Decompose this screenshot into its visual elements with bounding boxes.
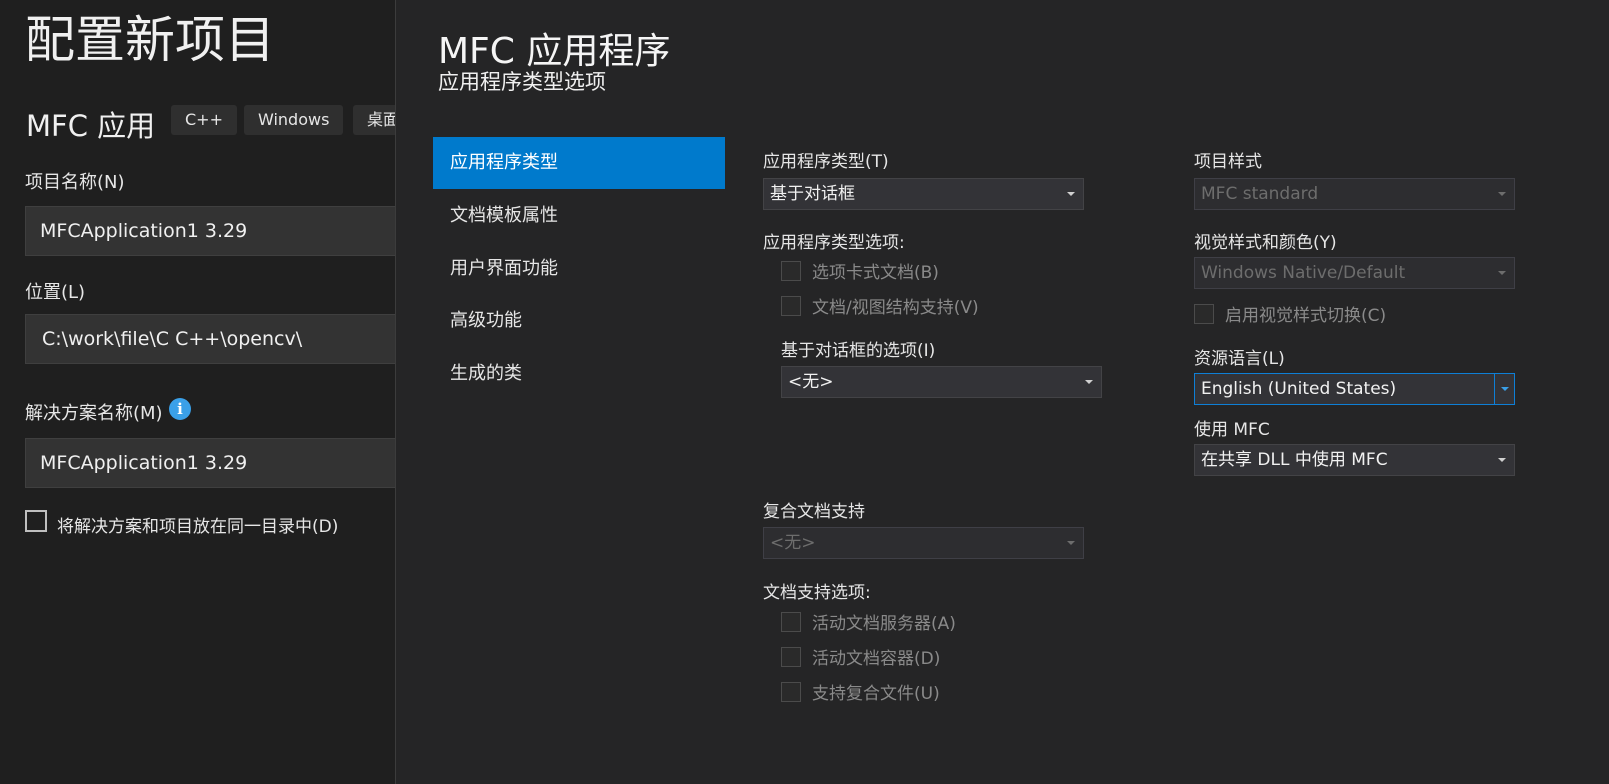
location-input[interactable]: C:\work\file\C C++\opencv\ xyxy=(25,314,395,364)
use-mfc-label: 使用 MFC xyxy=(1194,420,1270,440)
nav-doc-template-props[interactable]: 文档模板属性 xyxy=(433,190,725,242)
resource-language-value: English (United States) xyxy=(1201,379,1397,399)
nav-ui-features[interactable]: 用户界面功能 xyxy=(433,243,725,295)
checkbox-box xyxy=(1194,303,1214,324)
tag-windows: Windows xyxy=(244,105,344,135)
app-type-value: 基于对话框 xyxy=(770,184,855,204)
checkbox-box xyxy=(781,295,801,316)
chevron-down-icon xyxy=(1498,192,1506,196)
checkbox-label: 支持复合文件(U) xyxy=(812,684,940,704)
compound-doc-label: 复合文档支持 xyxy=(763,502,865,522)
chevron-down-icon xyxy=(1498,458,1506,462)
info-icon[interactable]: i xyxy=(169,398,191,420)
doc-support-label: 文档支持选项: xyxy=(763,583,871,603)
dialog-options-value: <无> xyxy=(788,372,834,392)
checkbox-label: 活动文档服务器(A) xyxy=(812,614,956,634)
use-mfc-value: 在共享 DLL 中使用 MFC xyxy=(1201,450,1388,470)
chevron-down-icon xyxy=(1085,380,1093,384)
checkbox-box xyxy=(781,611,801,632)
project-style-select[interactable]: MFC standard xyxy=(1194,178,1515,210)
chevron-down-icon xyxy=(1498,271,1506,275)
tabbed-documents-checkbox[interactable]: 选项卡式文档(B) xyxy=(781,258,939,283)
project-style-value: MFC standard xyxy=(1201,184,1319,204)
compound-files-checkbox[interactable]: 支持复合文件(U) xyxy=(781,679,940,704)
app-type-options-label: 应用程序类型选项: xyxy=(763,233,905,253)
visual-style-select[interactable]: Windows Native/Default xyxy=(1194,257,1515,289)
doc-view-support-checkbox[interactable]: 文档/视图结构支持(V) xyxy=(781,293,979,318)
dialog-options-label: 基于对话框的选项(I) xyxy=(781,341,936,361)
chevron-down-icon xyxy=(1067,192,1075,196)
resource-language-label: 资源语言(L) xyxy=(1194,349,1285,369)
checkbox-label: 启用视觉样式切换(C) xyxy=(1225,306,1387,326)
chevron-down-icon xyxy=(1067,541,1075,545)
checkbox-label: 选项卡式文档(B) xyxy=(812,263,939,283)
checkbox-label: 活动文档容器(D) xyxy=(812,649,941,669)
active-doc-server-checkbox[interactable]: 活动文档服务器(A) xyxy=(781,609,956,634)
page-title: 配置新项目 xyxy=(25,11,275,69)
dialog-subtitle: 应用程序类型选项 xyxy=(438,70,606,94)
app-type-label: 应用程序类型(T) xyxy=(763,152,889,172)
template-name: MFC 应用 xyxy=(26,109,156,143)
compound-doc-select[interactable]: <无> xyxy=(763,527,1084,559)
tag-cpp: C++ xyxy=(171,105,237,135)
same-directory-checkbox-label[interactable]: 将解决方案和项目放在同一目录中(D) xyxy=(57,512,338,537)
project-config-panel: 配置新项目 MFC 应用 C++ Windows 桌面 项目名称(N) MFCA… xyxy=(0,0,395,784)
checkbox-label: 文档/视图结构支持(V) xyxy=(812,298,979,318)
visual-style-value: Windows Native/Default xyxy=(1201,263,1406,283)
project-style-label: 项目样式 xyxy=(1194,152,1262,172)
project-name-input[interactable]: MFCApplication1 3.29 xyxy=(25,206,395,256)
checkbox-box xyxy=(781,646,801,667)
checkbox-box xyxy=(781,681,801,702)
nav-generated-classes[interactable]: 生成的类 xyxy=(433,348,725,400)
tag-desktop: 桌面 xyxy=(353,105,395,135)
visual-style-switch-checkbox[interactable]: 启用视觉样式切换(C) xyxy=(1194,301,1386,326)
nav-advanced-features[interactable]: 高级功能 xyxy=(433,295,725,347)
active-doc-container-checkbox[interactable]: 活动文档容器(D) xyxy=(781,644,940,669)
solution-name-label: 解决方案名称(M) xyxy=(25,403,163,424)
use-mfc-select[interactable]: 在共享 DLL 中使用 MFC xyxy=(1194,444,1515,476)
solution-name-input[interactable]: MFCApplication1 3.29 xyxy=(25,438,395,488)
project-name-label: 项目名称(N) xyxy=(25,172,125,193)
dropdown-button[interactable] xyxy=(1494,374,1514,404)
app-type-select[interactable]: 基于对话框 xyxy=(763,178,1084,210)
chevron-down-icon xyxy=(1501,387,1509,391)
dialog-options-select[interactable]: <无> xyxy=(781,366,1102,398)
location-label: 位置(L) xyxy=(25,282,86,303)
checkbox-box xyxy=(781,260,801,281)
compound-doc-value: <无> xyxy=(770,533,816,553)
same-directory-checkbox[interactable] xyxy=(25,510,47,532)
resource-language-select[interactable]: English (United States) xyxy=(1194,373,1515,405)
nav-app-type[interactable]: 应用程序类型 xyxy=(433,137,725,189)
visual-style-label: 视觉样式和颜色(Y) xyxy=(1194,233,1337,253)
